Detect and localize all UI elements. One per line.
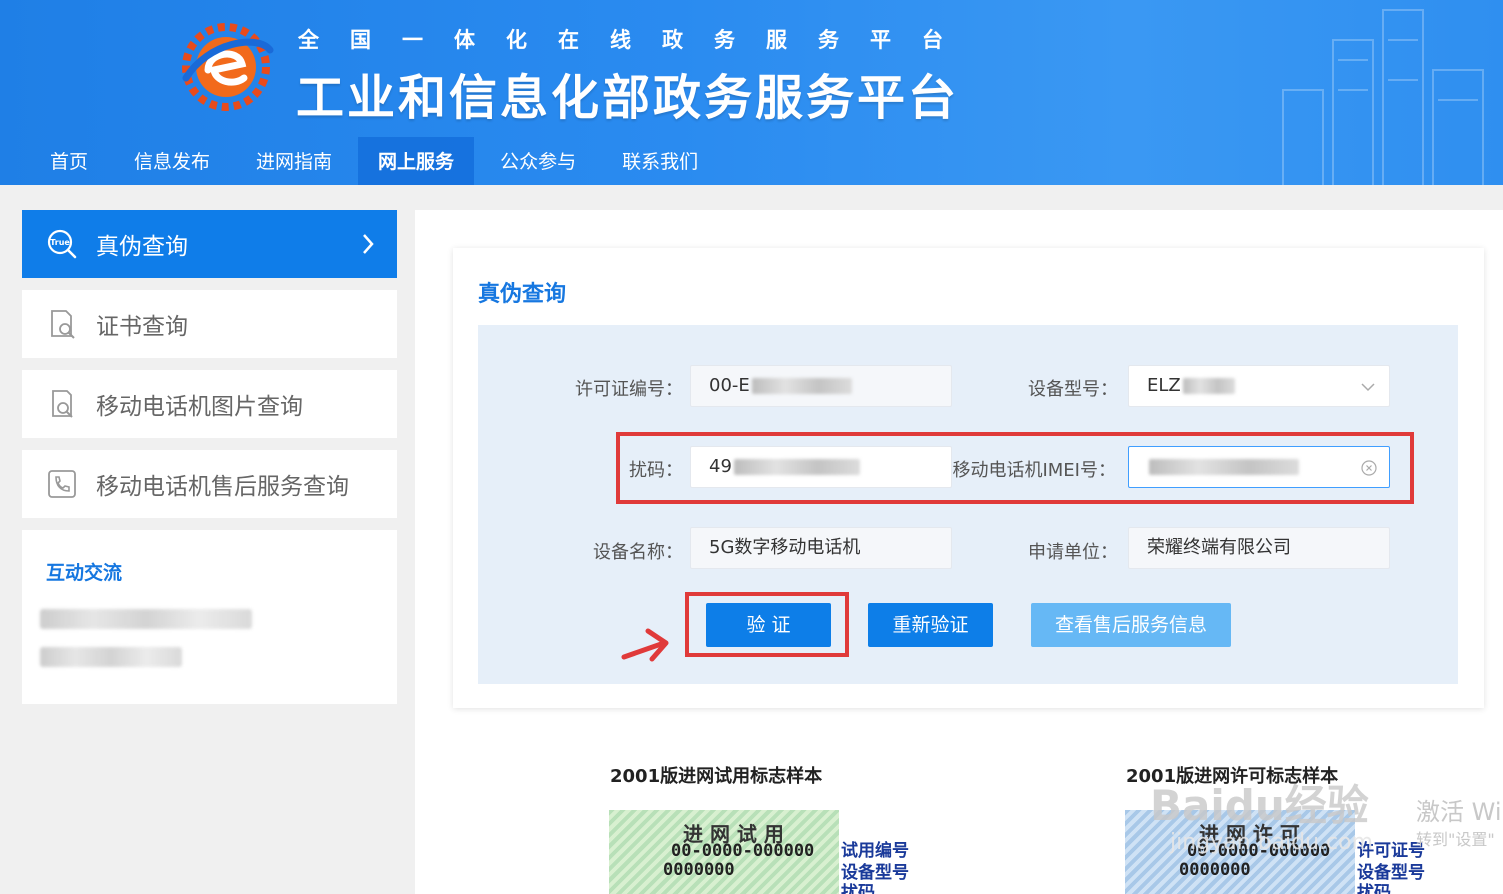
applicant-label: 申请单位： xyxy=(1028,542,1118,563)
query-card: 真伪查询 许可证编号： 00-E 设备型号： ELZ 扰码： 49 移动电话机I… xyxy=(453,248,1484,708)
blurred-value xyxy=(1182,378,1235,394)
site-header: 全国一体化在线政务服务平台 工业和信息化部政务服务平台 首页 信息发布 进网指南… xyxy=(0,0,1503,185)
verify-button[interactable]: 验 证 xyxy=(706,603,831,647)
blurred-link[interactable] xyxy=(40,609,252,629)
platform-subtitle: 全国一体化在线政务服务平台 xyxy=(298,28,974,52)
device-model-select[interactable]: ELZ xyxy=(1128,365,1390,407)
device-model-value: ELZ xyxy=(1147,375,1181,396)
baidu-watermark: Baidu经验 xyxy=(1150,781,1369,830)
svg-text:True: True xyxy=(50,238,70,247)
license-number-value: 00-E xyxy=(709,375,750,396)
sidebar-item-label: 移动电话机售后服务查询 xyxy=(96,474,349,500)
windows-activation-watermark: 激活 Wi xyxy=(1416,798,1502,826)
sample-title-trial: 2001版进网试用标志样本 xyxy=(610,766,823,787)
chevron-down-icon xyxy=(1361,383,1375,392)
sidebar-item-after-sales-query[interactable]: 移动电话机售后服务查询 xyxy=(22,450,397,518)
main-nav: 首页 信息发布 进网指南 网上服务 公众参与 联系我们 xyxy=(30,137,724,185)
blurred-value xyxy=(1149,459,1299,475)
device-name-field: 5G数字移动电话机 xyxy=(690,527,952,569)
sample-number: 00-0000-000000 xyxy=(671,841,815,861)
applicant-field: 荣耀终端有限公司 xyxy=(1128,527,1390,569)
code-label: 扰码： xyxy=(629,460,683,481)
blurred-value xyxy=(751,378,852,394)
license-number-field: 00-E xyxy=(690,365,952,407)
license-label: 许可证编号： xyxy=(575,379,683,400)
nav-online-service[interactable]: 网上服务 xyxy=(358,137,475,185)
scramble-code-field: 49 xyxy=(690,446,952,488)
sidebar-item-authenticity-query[interactable]: True 真伪查询 xyxy=(22,210,397,278)
nav-contact-us[interactable]: 联系我们 xyxy=(602,137,718,185)
phone-service-icon xyxy=(46,468,78,500)
image-search-icon xyxy=(46,388,78,420)
nav-home[interactable]: 首页 xyxy=(30,137,108,185)
nav-info-release[interactable]: 信息发布 xyxy=(114,137,230,185)
interaction-title: 互动交流 xyxy=(46,562,123,584)
site-logo-icon xyxy=(182,23,274,111)
reverify-button[interactable]: 重新验证 xyxy=(868,603,993,647)
query-form: 许可证编号： 00-E 设备型号： ELZ 扰码： 49 移动电话机IMEI号：… xyxy=(478,325,1458,684)
sample-annotation-3: 扰码 xyxy=(841,883,875,894)
windows-settings-watermark: 转到"设置" xyxy=(1416,830,1495,849)
sidebar-item-certificate-query[interactable]: 证书查询 xyxy=(22,290,397,358)
view-after-sales-button[interactable]: 查看售后服务信息 xyxy=(1031,603,1231,647)
building-decoration-icon xyxy=(1282,9,1484,185)
device-name-label: 设备名称： xyxy=(593,542,683,563)
clear-icon[interactable] xyxy=(1361,460,1377,476)
certificate-search-icon xyxy=(46,308,78,340)
blurred-value xyxy=(733,459,860,475)
interaction-panel: 互动交流 xyxy=(22,530,397,704)
sample-model: 0000000 xyxy=(1179,860,1251,880)
imei-label: 移动电话机IMEI号： xyxy=(952,460,1116,481)
sidebar-item-label: 移动电话机图片查询 xyxy=(96,394,303,420)
chevron-right-icon xyxy=(363,234,374,254)
sidebar-item-label: 证书查询 xyxy=(96,314,188,340)
model-label: 设备型号： xyxy=(1028,379,1118,400)
scramble-code-value: 49 xyxy=(709,456,732,477)
card-title: 真伪查询 xyxy=(478,282,567,307)
blurred-link[interactable] xyxy=(40,647,182,667)
baidu-url-watermark: jingyan.baidu.com xyxy=(1170,830,1374,855)
sidebar: True 真伪查询 证书查询 移动电话机图片查询 移动电话机售后服务查询 互动交… xyxy=(22,210,397,704)
sample-image-trial: 进 网 试 用 00-0000-000000 0000000 试用编号 设备型号… xyxy=(609,810,929,894)
sidebar-item-phone-image-query[interactable]: 移动电话机图片查询 xyxy=(22,370,397,438)
red-arrow-icon xyxy=(621,628,669,662)
nav-public-participation[interactable]: 公众参与 xyxy=(480,137,596,185)
platform-title: 工业和信息化部政务服务平台 xyxy=(296,70,960,126)
sample-model: 0000000 xyxy=(663,860,735,880)
true-search-icon: True xyxy=(46,228,78,260)
imei-input[interactable] xyxy=(1128,446,1390,488)
sample-annotation-3: 扰码 xyxy=(1357,883,1391,894)
sidebar-item-label: 真伪查询 xyxy=(96,234,188,260)
nav-access-guide[interactable]: 进网指南 xyxy=(236,137,352,185)
